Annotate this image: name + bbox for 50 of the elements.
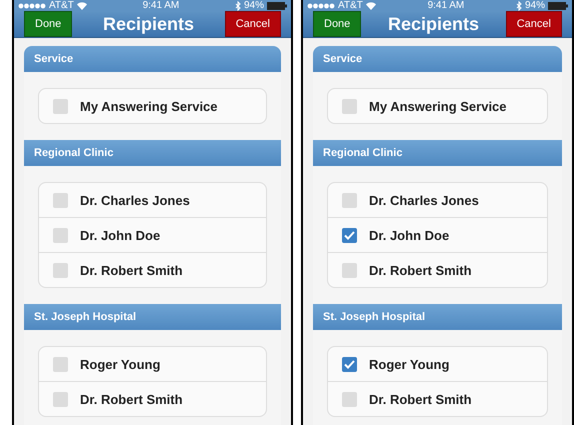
- done-button[interactable]: Done: [24, 11, 72, 37]
- recipient-name: Dr. Robert Smith: [80, 392, 183, 406]
- checkbox[interactable]: [53, 192, 68, 208]
- recipient-name: My Answering Service: [369, 98, 507, 114]
- recipient-name: Dr. John Doe: [369, 228, 450, 242]
- recipient-name: Dr. Robert Smith: [369, 262, 472, 278]
- signal-icon: [307, 2, 335, 8]
- recipient-name: Dr. Charles Jones: [369, 192, 479, 208]
- wifi-icon: [76, 2, 87, 10]
- bluetooth-icon: [516, 0, 522, 10]
- checkbox[interactable]: [342, 192, 357, 208]
- battery-label: 94%: [244, 0, 264, 11]
- cancel-button[interactable]: Cancel: [224, 11, 281, 37]
- recipient-name: Dr. John Doe: [80, 228, 160, 242]
- time-label: 9:41 AM: [142, 0, 180, 11]
- section-header: Service: [313, 46, 562, 72]
- battery-icon: [548, 2, 568, 10]
- checkbox[interactable]: [342, 98, 357, 114]
- recipient-name: My Answering Service: [80, 98, 218, 114]
- checkbox[interactable]: [342, 392, 357, 406]
- section-header: Regional Clinic: [313, 140, 562, 166]
- recipient-name: Roger Young: [369, 356, 450, 372]
- recipient-name: Roger Young: [80, 356, 160, 372]
- carrier-label: AT&T: [338, 0, 363, 11]
- section-header: St. Joseph Hospital: [313, 304, 562, 330]
- done-button[interactable]: Done: [313, 11, 362, 37]
- recipient-name: Dr. Charles Jones: [80, 192, 190, 208]
- checkbox[interactable]: [53, 98, 68, 114]
- screen-title: Recipients: [388, 14, 480, 34]
- screen-title: Recipients: [103, 14, 194, 34]
- checkbox[interactable]: [53, 262, 68, 278]
- carrier-label: AT&T: [49, 0, 74, 11]
- checkbox[interactable]: [53, 228, 68, 242]
- signal-icon: [18, 2, 46, 8]
- recipient-name: Dr. Robert Smith: [80, 262, 183, 278]
- bluetooth-icon: [235, 0, 241, 10]
- checkbox[interactable]: [342, 356, 357, 372]
- section-header: St. Joseph Hospital: [24, 304, 281, 330]
- section-header: Service: [24, 46, 281, 72]
- checkbox[interactable]: [53, 392, 68, 406]
- battery-label: 94%: [525, 0, 546, 11]
- wifi-icon: [366, 2, 376, 10]
- section-header: Regional Clinic: [24, 140, 281, 166]
- cancel-button[interactable]: Cancel: [506, 11, 562, 37]
- battery-icon: [267, 2, 288, 10]
- time-label: 9:41 AM: [428, 0, 464, 11]
- checkbox[interactable]: [342, 262, 357, 278]
- recipient-name: Dr. Robert Smith: [369, 392, 472, 406]
- checkbox[interactable]: [342, 228, 357, 242]
- checkbox[interactable]: [53, 356, 68, 372]
